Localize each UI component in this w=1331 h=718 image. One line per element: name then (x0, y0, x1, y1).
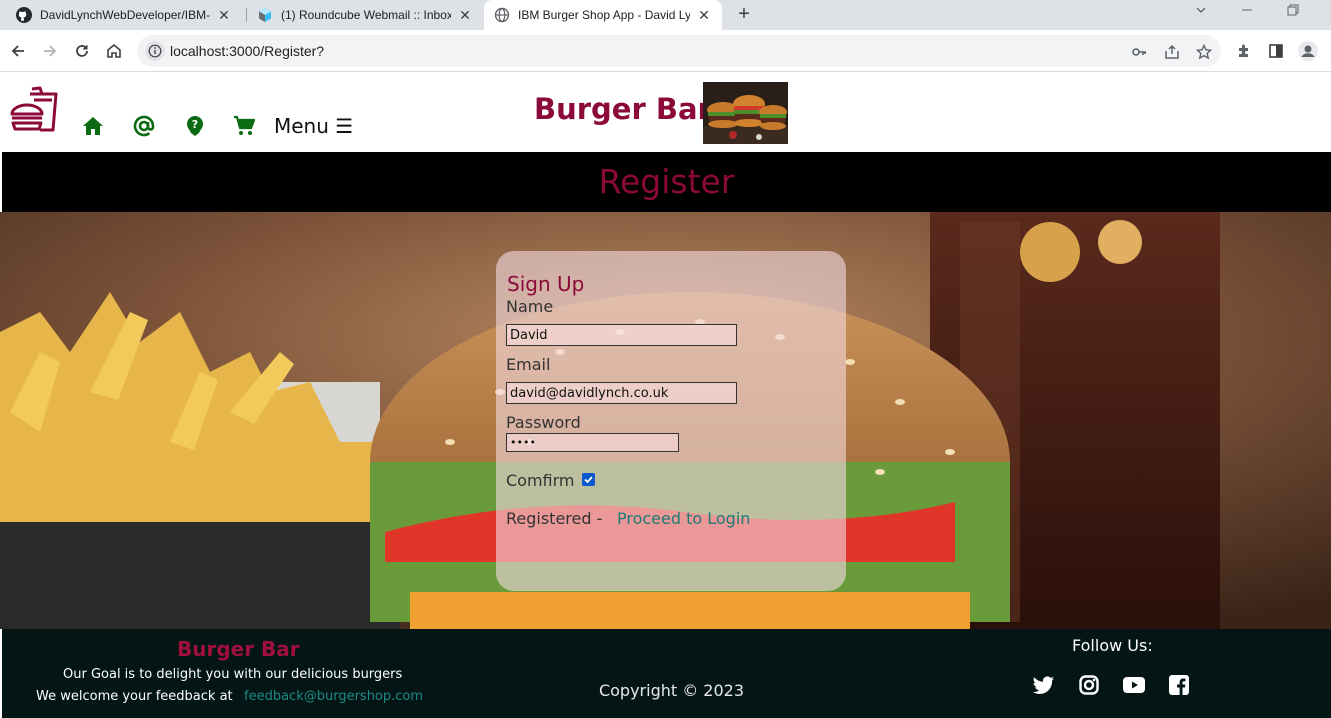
address-bar[interactable]: localhost:3000/Register? (137, 35, 1221, 67)
burger-logo-icon[interactable] (10, 86, 58, 139)
github-icon (16, 7, 32, 23)
password-label: Password (506, 413, 581, 432)
globe-icon (494, 7, 510, 23)
name-input[interactable]: David (506, 324, 737, 346)
brand-title: Burger Bar (534, 92, 712, 126)
reload-icon[interactable] (70, 39, 94, 63)
minimize-icon[interactable] (1241, 3, 1253, 19)
site-header: ? Menu ☰ Burger Bar (0, 72, 1331, 152)
register-banner: Register (2, 152, 1331, 212)
email-input[interactable]: david@davidlynch.co.uk (506, 382, 737, 404)
tab-search-icon[interactable] (1195, 3, 1207, 19)
signup-card: Sign Up Name David Email david@davidlync… (496, 251, 846, 591)
back-icon[interactable] (6, 39, 30, 63)
signup-title: Sign Up (507, 272, 585, 296)
side-panel-icon[interactable] (1264, 39, 1288, 63)
confirm-checkbox[interactable] (582, 473, 595, 486)
burger-photo (703, 82, 788, 144)
close-icon[interactable]: ✕ (457, 7, 473, 23)
new-tab-button[interactable]: + (733, 4, 755, 26)
forward-icon[interactable] (38, 39, 62, 63)
follow-us-label: Follow Us: (1072, 636, 1153, 655)
twitter-icon[interactable] (1033, 674, 1055, 696)
tab-github[interactable]: DavidLynchWebDeveloper/IBM- ✕ (6, 0, 242, 30)
instagram-icon[interactable] (1078, 674, 1100, 696)
home-browser-icon[interactable] (102, 39, 126, 63)
tab-title: DavidLynchWebDeveloper/IBM- (40, 8, 210, 22)
bookmark-star-icon[interactable] (1195, 43, 1213, 61)
email-label: Email (506, 355, 551, 374)
site-footer: Burger Bar Our Goal is to delight you wi… (2, 629, 1331, 718)
footer-brand: Burger Bar (177, 637, 300, 661)
menu-button[interactable]: Menu ☰ (274, 114, 353, 138)
restore-icon[interactable] (1287, 3, 1299, 19)
footer-goal-text: Our Goal is to delight you with our deli… (63, 667, 403, 682)
roundcube-icon (257, 7, 273, 23)
svg-text:?: ? (192, 118, 198, 131)
registered-text: Registered - (506, 509, 603, 528)
url-text: localhost:3000/Register? (170, 43, 325, 59)
password-input[interactable]: •••• (506, 433, 679, 452)
youtube-icon[interactable] (1123, 674, 1145, 696)
close-icon[interactable]: ✕ (696, 7, 712, 23)
cart-icon[interactable] (232, 114, 256, 138)
tab-roundcube[interactable]: (1) Roundcube Webmail :: Inbox ✕ (247, 0, 483, 30)
share-icon[interactable] (1163, 43, 1181, 61)
browser-toolbar: localhost:3000/Register? (0, 30, 1331, 72)
home-icon[interactable] (81, 114, 105, 138)
profile-avatar-icon[interactable] (1296, 39, 1320, 63)
at-icon[interactable] (132, 114, 156, 138)
web-page: ? Menu ☰ Burger Bar Register Sign Up Nam… (0, 72, 1331, 718)
tab-title: IBM Burger Shop App - David Ly (518, 8, 690, 22)
tab-title: (1) Roundcube Webmail :: Inbox (281, 8, 451, 22)
proceed-to-login-link[interactable]: Proceed to Login (617, 509, 750, 528)
help-icon[interactable]: ? (183, 114, 207, 138)
close-icon[interactable]: ✕ (216, 7, 232, 23)
facebook-icon[interactable] (1168, 674, 1190, 696)
site-info-icon[interactable] (145, 41, 165, 61)
key-icon[interactable] (1130, 43, 1148, 61)
extensions-icon[interactable] (1232, 39, 1256, 63)
confirm-label: Comfirm (506, 471, 575, 490)
browser-tab-strip: DavidLynchWebDeveloper/IBM- ✕ (1) Roundc… (0, 0, 1331, 30)
tab-burger-shop[interactable]: IBM Burger Shop App - David Ly ✕ (484, 0, 722, 30)
page-title: Register (598, 162, 735, 201)
name-label: Name (506, 297, 554, 316)
